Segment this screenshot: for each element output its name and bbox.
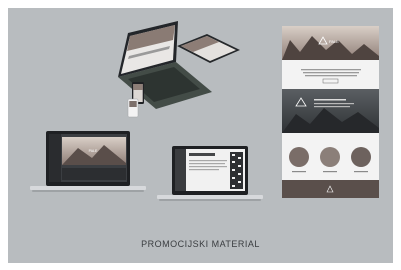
- laptop-right-text-1: [189, 160, 227, 162]
- laptop-left-sidebar: [49, 134, 61, 182]
- laptop-left-logo: PALE: [89, 149, 98, 153]
- laptop-right-deck: [157, 195, 263, 199]
- webpage-logo-text: PALE: [329, 39, 339, 44]
- webpage-circle-1: [289, 147, 309, 167]
- laptop-left-deck: [30, 186, 146, 190]
- webpage-intro-line-1: [301, 69, 361, 71]
- laptop-right-mockup: [157, 146, 263, 201]
- laptop-left-deck-shadow: [32, 190, 144, 192]
- laptop-right-text-4: [189, 169, 219, 171]
- webpage-circle-caption-2: [323, 171, 337, 173]
- laptop-right-deck-shadow: [159, 199, 261, 201]
- webpage-mockup: PALE: [282, 26, 379, 198]
- webpage-circle-3: [351, 147, 371, 167]
- webpage-intro-line-3: [305, 75, 357, 77]
- laptop-right-text-2: [189, 163, 225, 165]
- laptop-right-text-3: [189, 166, 227, 168]
- laptop-left-strip: [62, 168, 126, 180]
- webpage-circle-caption-3: [354, 171, 368, 173]
- webpage-circle-2: [320, 147, 340, 167]
- small-device-screen: [129, 101, 137, 107]
- laptop-right-pattern: [230, 152, 243, 189]
- device-mockup-group: [118, 21, 240, 118]
- webpage-dark-text-2: [314, 103, 354, 105]
- mockup-illustration: PALE PALE: [30, 21, 379, 201]
- webpage-dark-text-1: [314, 99, 346, 101]
- laptop-right-sidebar: [175, 149, 186, 191]
- webpage-dark-text-3: [314, 106, 350, 108]
- laptop-right-title-bar: [189, 153, 215, 156]
- webpage-circle-caption-1: [292, 171, 306, 173]
- webpage-footer: [282, 180, 379, 198]
- phone-hero: [133, 84, 143, 90]
- webpage-intro-line-2: [303, 72, 359, 74]
- laptop-left-mockup: PALE: [30, 131, 146, 192]
